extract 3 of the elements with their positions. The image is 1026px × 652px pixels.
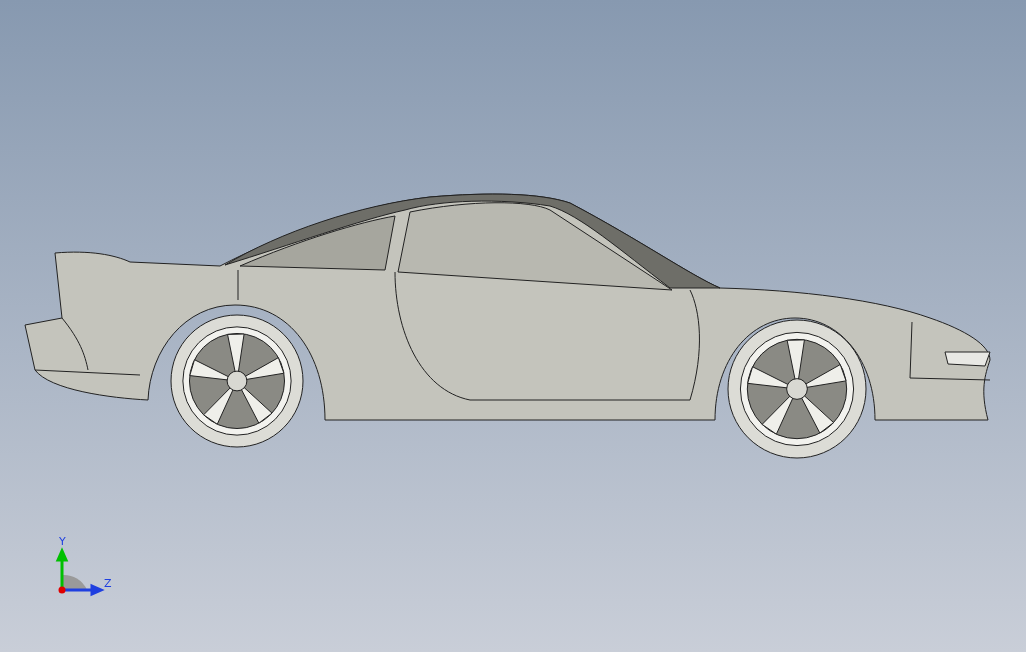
axis-label: Z [104,577,112,590]
origin-dot [58,586,66,594]
axis-label: Y [59,535,66,548]
